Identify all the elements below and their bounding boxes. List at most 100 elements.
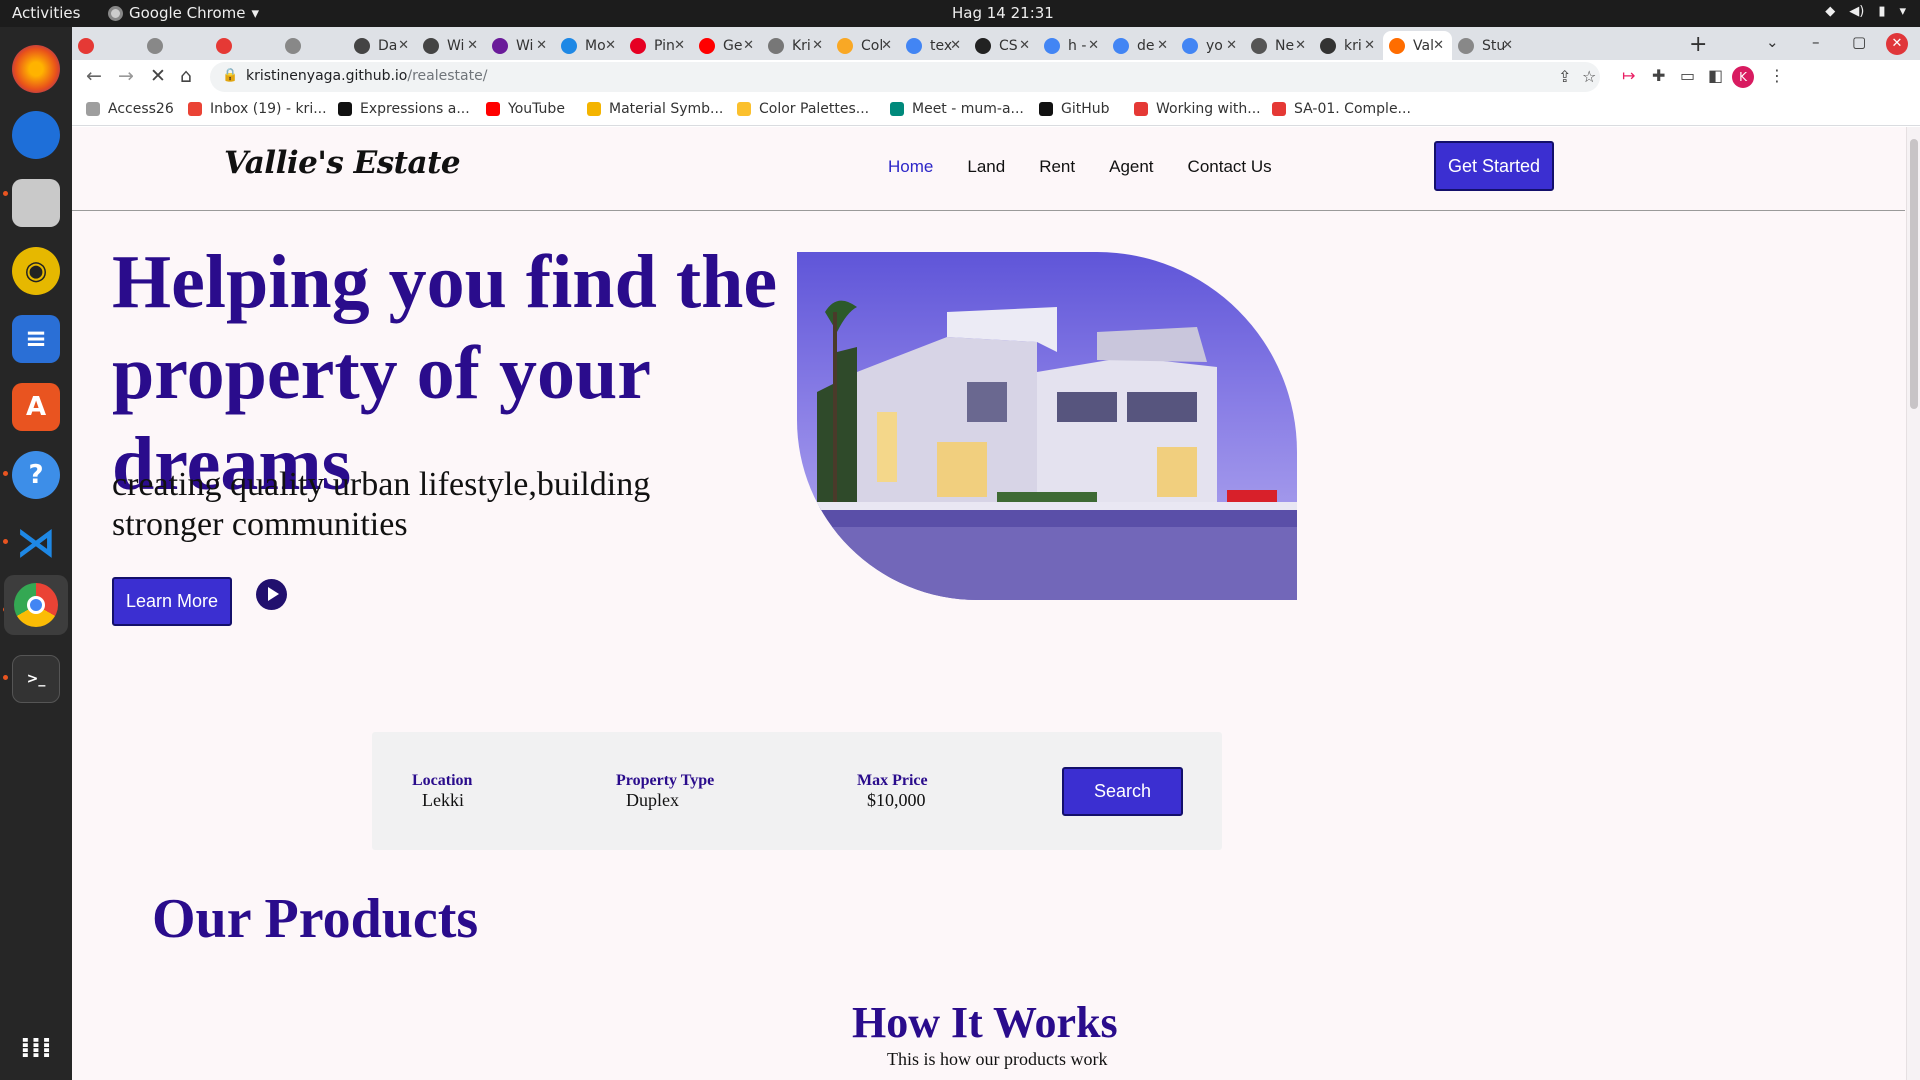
browser-tab[interactable] bbox=[279, 31, 348, 60]
chrome-icon[interactable] bbox=[4, 575, 68, 635]
minimize-icon[interactable]: – bbox=[1812, 33, 1820, 51]
side-panel-icon[interactable]: ◧ bbox=[1708, 66, 1723, 85]
software-center-icon[interactable]: A bbox=[12, 383, 60, 431]
close-tab-icon[interactable]: ✕ bbox=[605, 38, 616, 53]
close-tab-icon[interactable]: ✕ bbox=[1157, 38, 1168, 53]
browser-tab[interactable]: Da ✕ bbox=[348, 31, 417, 60]
browser-tab[interactable]: de ✕ bbox=[1107, 31, 1176, 60]
browser-tab[interactable] bbox=[210, 31, 279, 60]
address-bar[interactable]: 🔒 kristinenyaga.github.io/realestate/ ⇪ … bbox=[210, 62, 1600, 92]
nav-land[interactable]: Land bbox=[967, 157, 1005, 177]
help-icon[interactable]: ? bbox=[12, 451, 60, 499]
browser-tab[interactable] bbox=[141, 31, 210, 60]
browser-tab[interactable]: Ge ✕ bbox=[693, 31, 762, 60]
back-icon[interactable]: ← bbox=[86, 65, 102, 87]
nav-agent[interactable]: Agent bbox=[1109, 157, 1153, 177]
forward-icon[interactable]: → bbox=[118, 65, 134, 87]
location-value[interactable]: Lekki bbox=[412, 790, 472, 811]
close-tab-icon[interactable]: ✕ bbox=[881, 38, 892, 53]
stop-loading-icon[interactable]: ✕ bbox=[150, 65, 166, 87]
terminal-icon[interactable]: >_ bbox=[12, 655, 60, 703]
search-button[interactable]: Search bbox=[1062, 767, 1183, 816]
close-tab-icon[interactable]: ✕ bbox=[674, 38, 685, 53]
bookmark-item[interactable]: Material Symb... bbox=[587, 101, 723, 117]
play-video-icon[interactable] bbox=[256, 579, 287, 610]
bookmark-item[interactable]: Expressions a... bbox=[338, 101, 470, 117]
get-started-button[interactable]: Get Started bbox=[1434, 141, 1554, 191]
home-icon[interactable]: ⌂ bbox=[180, 65, 192, 87]
browser-tab[interactable]: Wi ✕ bbox=[486, 31, 555, 60]
rhythmbox-icon[interactable]: ◉ bbox=[12, 247, 60, 295]
new-tab-button[interactable]: + bbox=[1689, 32, 1707, 57]
close-tab-icon[interactable]: ✕ bbox=[743, 38, 754, 53]
close-tab-icon[interactable]: ✕ bbox=[536, 38, 547, 53]
close-tab-icon[interactable]: ✕ bbox=[950, 38, 961, 53]
clock[interactable]: Hag 14 21:31 bbox=[952, 4, 1054, 22]
max-price-field[interactable]: Max Price $10,000 bbox=[857, 772, 928, 811]
profile-avatar[interactable]: K bbox=[1732, 66, 1754, 88]
browser-tab[interactable]: yo ✕ bbox=[1176, 31, 1245, 60]
close-tab-icon[interactable]: ✕ bbox=[1502, 38, 1513, 53]
extensions-puzzle-icon[interactable]: ✚ bbox=[1652, 66, 1665, 85]
bookmark-star-icon[interactable]: ☆ bbox=[1582, 67, 1596, 86]
bookmark-item[interactable]: YouTube bbox=[486, 101, 565, 117]
browser-tab[interactable]: Col ✕ bbox=[831, 31, 900, 60]
close-tab-icon[interactable]: ✕ bbox=[467, 38, 478, 53]
browser-tab[interactable]: Pin ✕ bbox=[624, 31, 693, 60]
property-type-value[interactable]: Duplex bbox=[616, 790, 714, 811]
show-apps-icon[interactable]: ⁞⁞⁞ bbox=[12, 1023, 60, 1071]
menu-kebab-icon[interactable]: ⋮ bbox=[1769, 66, 1785, 85]
close-tab-icon[interactable]: ✕ bbox=[812, 38, 823, 53]
bookmark-item[interactable]: GitHub bbox=[1039, 101, 1110, 117]
browser-tab[interactable]: Stu ✕ bbox=[1452, 31, 1521, 60]
close-tab-icon[interactable]: ✕ bbox=[1019, 38, 1030, 53]
browser-tab[interactable]: Ne ✕ bbox=[1245, 31, 1314, 60]
app-menu[interactable]: Google Chrome ▾ bbox=[108, 4, 259, 22]
libreoffice-writer-icon[interactable]: ≡ bbox=[12, 315, 60, 363]
browser-tab[interactable]: h - ✕ bbox=[1038, 31, 1107, 60]
scrollbar-thumb[interactable] bbox=[1910, 139, 1918, 409]
restore-icon[interactable]: ▢ bbox=[1852, 33, 1866, 51]
close-tab-icon[interactable]: ✕ bbox=[1088, 38, 1099, 53]
browser-tab[interactable] bbox=[72, 31, 141, 60]
bookmark-item[interactable]: Inbox (19) - kri... bbox=[188, 101, 327, 117]
browser-tab[interactable]: CS ✕ bbox=[969, 31, 1038, 60]
close-tab-icon[interactable]: ✕ bbox=[1295, 38, 1306, 53]
vscode-icon[interactable]: ⋊ bbox=[12, 519, 60, 567]
browser-tab[interactable]: kri ✕ bbox=[1314, 31, 1383, 60]
close-tab-icon[interactable]: ✕ bbox=[1433, 38, 1444, 53]
bookmark-item[interactable]: Working with... bbox=[1134, 101, 1261, 117]
lock-icon[interactable]: 🔒 bbox=[222, 68, 238, 83]
nav-home[interactable]: Home bbox=[888, 157, 933, 177]
share-icon[interactable]: ⇪ bbox=[1558, 67, 1571, 86]
nav-rent[interactable]: Rent bbox=[1039, 157, 1075, 177]
close-tab-icon[interactable]: ✕ bbox=[1226, 38, 1237, 53]
tab-search-icon[interactable]: ⌄ bbox=[1766, 33, 1779, 51]
bookmark-item[interactable]: SA-01. Comple... bbox=[1272, 101, 1411, 117]
browser-tab[interactable]: Mo ✕ bbox=[555, 31, 624, 60]
activities-button[interactable]: Activities bbox=[12, 4, 80, 22]
learn-more-button[interactable]: Learn More bbox=[112, 577, 232, 626]
nav-contact-us[interactable]: Contact Us bbox=[1188, 157, 1272, 177]
cast-icon[interactable]: ▭ bbox=[1680, 66, 1695, 85]
browser-tab[interactable]: tex ✕ bbox=[900, 31, 969, 60]
extension-icon[interactable]: ↦ bbox=[1622, 66, 1635, 85]
site-logo[interactable]: Vallie's Estate bbox=[224, 145, 461, 181]
thunderbird-icon[interactable] bbox=[12, 111, 60, 159]
close-tab-icon[interactable]: ✕ bbox=[398, 38, 409, 53]
browser-tab[interactable]: Wi ✕ bbox=[417, 31, 486, 60]
page-scrollbar[interactable] bbox=[1906, 127, 1920, 1080]
location-field[interactable]: Location Lekki bbox=[412, 772, 472, 811]
browser-tab[interactable]: Val ✕ bbox=[1383, 31, 1452, 60]
close-tab-icon[interactable]: ✕ bbox=[1364, 38, 1375, 53]
firefox-icon[interactable] bbox=[12, 45, 60, 93]
system-tray[interactable]: ◆ ◀) ▮ ▾ bbox=[1825, 4, 1906, 19]
property-type-field[interactable]: Property Type Duplex bbox=[616, 772, 714, 811]
bookmark-item[interactable]: Meet - mum-a... bbox=[890, 101, 1024, 117]
files-icon[interactable] bbox=[12, 179, 60, 227]
browser-tab[interactable]: Kri ✕ bbox=[762, 31, 831, 60]
bookmark-item[interactable]: Color Palettes... bbox=[737, 101, 869, 117]
bookmark-item[interactable]: Access26 bbox=[86, 101, 174, 117]
max-price-value[interactable]: $10,000 bbox=[857, 790, 928, 811]
close-window-icon[interactable]: ✕ bbox=[1886, 33, 1908, 55]
